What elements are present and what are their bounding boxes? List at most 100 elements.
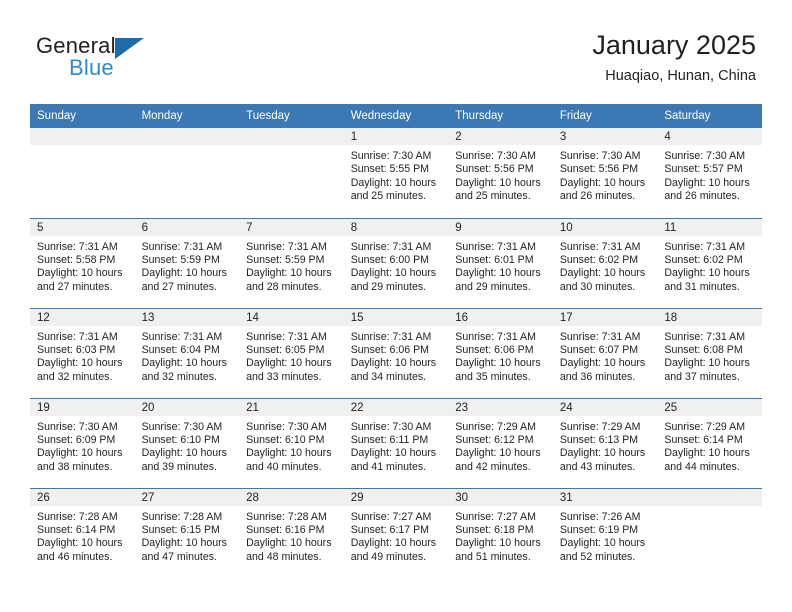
day-details: Sunrise: 7:31 AM Sunset: 6:02 PM Daylight:… [553, 236, 658, 295]
day-sunset-text: Sunset: 5:59 PM [141, 253, 220, 266]
day-number: 21 [239, 398, 344, 416]
weekday-header-tuesday: Tuesday [239, 104, 344, 128]
calendar-cell[interactable]: 15 Sunrise: 7:31 AM Sunset: 6:06 PM Dayligh… [343, 307, 449, 398]
day-sunrise-text: Sunrise: 7:30 AM [141, 420, 223, 433]
calendar-cell[interactable]: 20 Sunrise: 7:30 AM Sunset: 6:10 PM Dayligh… [134, 397, 240, 488]
calendar-cell[interactable]: 28 Sunrise: 7:28 AM Sunset: 6:16 PM Dayligh… [239, 487, 344, 578]
day-sunset-text: Sunset: 6:14 PM [664, 433, 743, 446]
calendar-cell[interactable]: 1 Sunrise: 7:30 AM Sunset: 5:55 PM Daylight… [343, 128, 449, 218]
day-daylight1-text: Daylight: 10 hours [350, 176, 437, 189]
day-sunrise-text: Sunrise: 7:30 AM [350, 150, 432, 162]
calendar-cell[interactable]: 16 Sunrise: 7:31 AM Sunset: 6:06 PM Dayligh… [448, 307, 553, 398]
day-number: 11 [657, 218, 762, 236]
day-sunrise-text: Sunrise: 7:31 AM [37, 330, 118, 343]
day-details: Sunrise: 7:30 AM Sunset: 6:11 PM Daylight:… [344, 416, 449, 475]
day-daylight1-text: Daylight: 10 hours [559, 267, 646, 280]
day-sunset-text: Sunset: 5:58 PM [37, 253, 116, 266]
calendar-cell[interactable]: 14 Sunrise: 7:31 AM Sunset: 6:05 PM Dayligh… [239, 307, 344, 398]
day-sunset-text: Sunset: 6:10 PM [141, 433, 220, 446]
day-sunrise-text: Sunrise: 7:31 AM [141, 240, 223, 253]
day-daylight1-text: Daylight: 10 hours [455, 267, 541, 280]
calendar-cell[interactable]: 31 Sunrise: 7:26 AM Sunset: 6:19 PM Dayligh… [552, 487, 658, 578]
day-daylight1-text: Daylight: 10 hours [664, 447, 750, 460]
day-daylight1-text: Daylight: 10 hours [559, 447, 646, 460]
calendar-cell[interactable]: 24 Sunrise: 7:29 AM Sunset: 6:13 PM Dayligh… [552, 397, 658, 488]
day-details: Sunrise: 7:31 AM Sunset: 6:05 PM Daylight:… [239, 326, 344, 385]
day-daylight2-text: and 29 minutes. [455, 280, 531, 293]
day-daylight2-text: and 29 minutes. [350, 280, 427, 293]
day-details: Sunrise: 7:31 AM Sunset: 6:06 PM Daylight:… [448, 326, 553, 385]
day-daylight1-text: Daylight: 10 hours [141, 447, 227, 460]
day-daylight2-text: and 36 minutes. [559, 370, 636, 383]
day-sunrise-text: Sunrise: 7:31 AM [350, 330, 432, 343]
calendar-cell[interactable]: 29 Sunrise: 7:27 AM Sunset: 6:17 PM Dayligh… [343, 487, 449, 578]
calendar-cell[interactable]: 30 Sunrise: 7:27 AM Sunset: 6:18 PM Dayligh… [448, 487, 553, 578]
day-sunrise-text: Sunrise: 7:31 AM [246, 330, 327, 343]
day-daylight1-text: Daylight: 10 hours [664, 267, 750, 280]
day-details: Sunrise: 7:31 AM Sunset: 6:02 PM Daylight:… [657, 236, 762, 295]
day-number: 2 [448, 128, 553, 145]
general-blue-logo: General Blue [36, 31, 144, 79]
calendar-cell[interactable]: 8 Sunrise: 7:31 AM Sunset: 6:00 PM Daylight… [343, 217, 449, 308]
day-sunset-text: Sunset: 6:17 PM [350, 523, 430, 536]
day-sunrise-text: Sunrise: 7:29 AM [664, 420, 746, 433]
day-sunset-text: Sunset: 6:06 PM [455, 343, 534, 356]
day-number: 17 [552, 308, 658, 326]
calendar-cell[interactable]: 26 Sunrise: 7:28 AM Sunset: 6:14 PM Dayligh… [30, 487, 135, 578]
calendar-cell[interactable]: 5 Sunrise: 7:31 AM Sunset: 5:58 PM Daylight… [30, 217, 135, 308]
calendar-cell-empty [657, 487, 762, 578]
day-daylight1-text: Daylight: 10 hours [246, 447, 332, 460]
calendar-cell[interactable]: 9 Sunrise: 7:31 AM Sunset: 6:01 PM Daylight… [448, 217, 553, 308]
calendar-cell[interactable]: 6 Sunrise: 7:31 AM Sunset: 5:59 PM Daylight… [134, 217, 240, 308]
day-sunrise-text: Sunrise: 7:26 AM [559, 510, 641, 523]
calendar-cell[interactable]: 13 Sunrise: 7:31 AM Sunset: 6:04 PM Dayligh… [134, 307, 240, 398]
calendar-cell[interactable]: 10 Sunrise: 7:31 AM Sunset: 6:02 PM Dayligh… [552, 217, 658, 308]
calendar-cell[interactable]: 7 Sunrise: 7:31 AM Sunset: 5:59 PM Daylight… [239, 217, 344, 308]
weekday-header-row: Sunday Monday Tuesday Wednesday Thursday… [30, 104, 762, 128]
day-number: 18 [657, 308, 762, 326]
calendar-cell[interactable]: 12 Sunrise: 7:31 AM Sunset: 6:03 PM Dayligh… [30, 307, 135, 398]
day-sunrise-text: Sunrise: 7:29 AM [559, 420, 641, 433]
day-daylight1-text: Daylight: 10 hours [246, 537, 332, 550]
calendar-cell[interactable]: 27 Sunrise: 7:28 AM Sunset: 6:15 PM Dayligh… [134, 487, 240, 578]
calendar-cell[interactable]: 3 Sunrise: 7:30 AM Sunset: 5:56 PM Daylight… [552, 128, 658, 218]
day-daylight1-text: Daylight: 10 hours [350, 447, 437, 460]
day-sunset-text: Sunset: 6:09 PM [37, 433, 116, 446]
calendar-cell[interactable]: 22 Sunrise: 7:30 AM Sunset: 6:11 PM Dayligh… [343, 397, 449, 488]
day-details: Sunrise: 7:30 AM Sunset: 5:56 PM Daylight:… [448, 145, 553, 204]
day-details: Sunrise: 7:30 AM Sunset: 6:09 PM Daylight:… [30, 416, 135, 475]
calendar-cell-empty [239, 128, 344, 218]
day-number: 7 [239, 218, 344, 236]
calendar-cell[interactable]: 18 Sunrise: 7:31 AM Sunset: 6:08 PM Dayligh… [657, 307, 762, 398]
calendar-cell[interactable]: 17 Sunrise: 7:31 AM Sunset: 6:07 PM Dayligh… [552, 307, 658, 398]
day-daylight2-text: and 42 minutes. [455, 460, 531, 473]
day-sunset-text: Sunset: 5:55 PM [350, 163, 430, 176]
calendar-cell[interactable]: 4 Sunrise: 7:30 AM Sunset: 5:57 PM Daylight… [657, 128, 762, 218]
weekday-header-thursday: Thursday [448, 104, 553, 128]
day-number: 8 [343, 218, 449, 236]
calendar-cell[interactable]: 21 Sunrise: 7:30 AM Sunset: 6:10 PM Dayligh… [239, 397, 344, 488]
day-sunset-text: Sunset: 6:12 PM [455, 433, 534, 446]
day-sunrise-text: Sunrise: 7:31 AM [350, 240, 432, 253]
day-sunset-text: Sunset: 6:10 PM [246, 433, 325, 446]
day-details: Sunrise: 7:31 AM Sunset: 6:04 PM Daylight:… [135, 326, 240, 385]
day-daylight1-text: Daylight: 10 hours [455, 447, 541, 460]
calendar-cell[interactable]: 25 Sunrise: 7:29 AM Sunset: 6:14 PM Dayligh… [657, 397, 762, 488]
day-details: Sunrise: 7:30 AM Sunset: 5:55 PM Daylight:… [344, 145, 449, 204]
day-details: Sunrise: 7:28 AM Sunset: 6:14 PM Daylight:… [30, 506, 135, 565]
day-details: Sunrise: 7:31 AM Sunset: 6:03 PM Daylight:… [30, 326, 135, 385]
day-number [30, 128, 135, 145]
title-block: January 2025 Huaqiao, Hunan, China [592, 31, 756, 85]
calendar-cell[interactable]: 2 Sunrise: 7:30 AM Sunset: 5:56 PM Daylight… [448, 128, 553, 218]
day-sunrise-text: Sunrise: 7:31 AM [664, 240, 746, 253]
calendar-cell[interactable]: 19 Sunrise: 7:30 AM Sunset: 6:09 PM Dayligh… [30, 397, 135, 488]
calendar-cell[interactable]: 23 Sunrise: 7:29 AM Sunset: 6:12 PM Dayligh… [448, 397, 553, 488]
day-sunset-text: Sunset: 6:11 PM [350, 433, 429, 446]
calendar-week-row: 5 Sunrise: 7:31 AM Sunset: 5:58 PM Daylight… [30, 217, 762, 308]
day-daylight2-text: and 40 minutes. [246, 460, 322, 473]
day-sunset-text: Sunset: 6:08 PM [664, 343, 743, 356]
day-daylight1-text: Daylight: 10 hours [37, 447, 123, 460]
calendar-cell[interactable]: 11 Sunrise: 7:31 AM Sunset: 6:02 PM Dayligh… [657, 217, 762, 308]
day-daylight2-text: and 30 minutes. [559, 280, 636, 293]
day-daylight2-text: and 27 minutes. [37, 280, 113, 293]
